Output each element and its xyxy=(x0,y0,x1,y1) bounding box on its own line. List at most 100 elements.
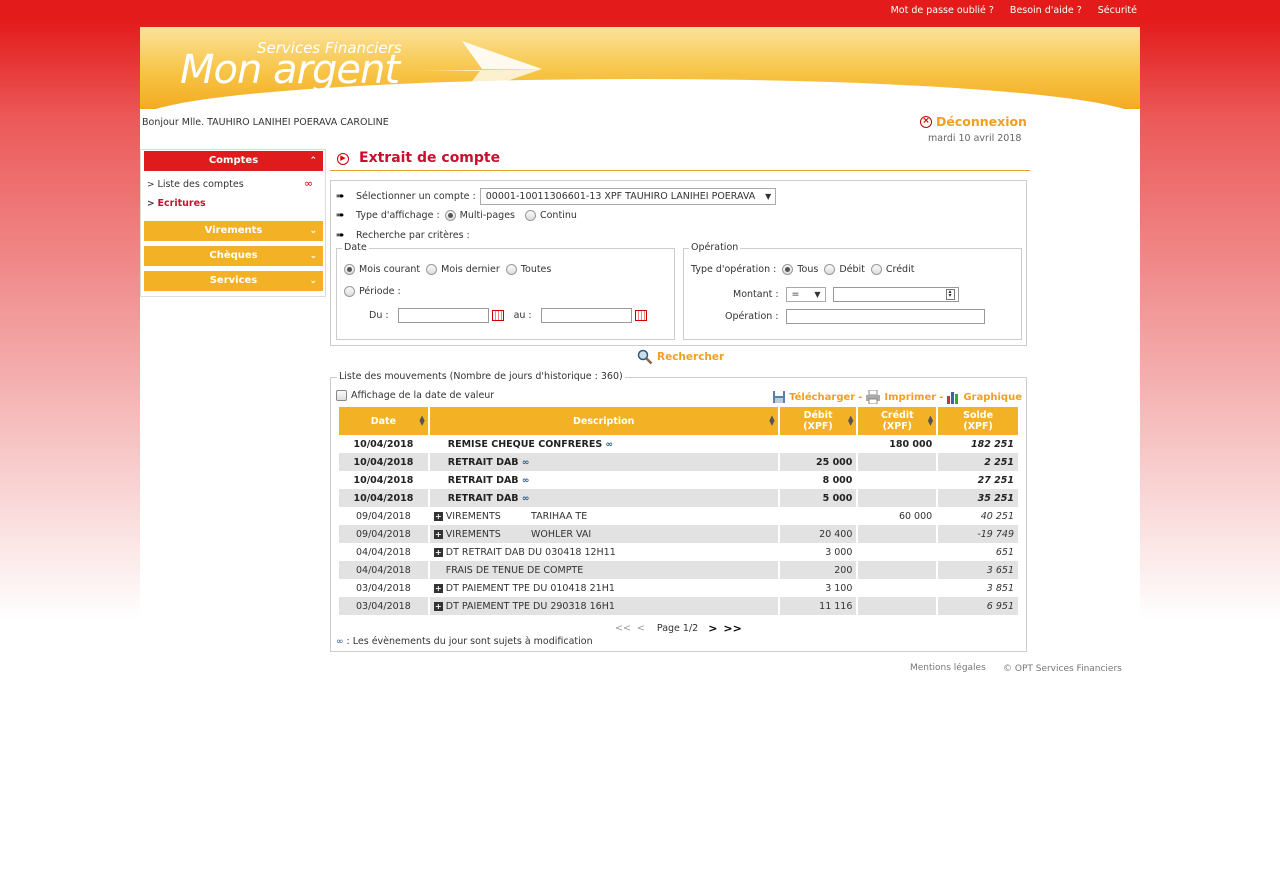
glasses-icon: ∞ xyxy=(521,493,530,504)
search-criteria-box: ➠ Sélectionner un compte : 00001-1001130… xyxy=(330,180,1027,346)
table-row[interactable]: 03/04/2018 + DT PAIEMENT TPE DU 290318 16… xyxy=(339,597,1018,615)
double-arrow-icon: ➠ xyxy=(336,210,345,221)
pager-next[interactable]: > xyxy=(708,622,717,635)
sidebar-section-comptes[interactable]: Comptes ⌃ xyxy=(144,151,323,171)
logo[interactable]: Mon argent xyxy=(180,47,400,93)
value-date-checkbox[interactable] xyxy=(336,390,347,401)
pager-first: << xyxy=(615,623,631,634)
radio-continu[interactable] xyxy=(524,210,536,221)
search-criteria-label: Recherche par critères : xyxy=(356,230,470,241)
sidebar-section-virements[interactable]: Virements ⌄ xyxy=(144,221,323,241)
forgot-password-link[interactable]: Mot de passe oublié ? xyxy=(891,5,994,16)
security-link[interactable]: Sécurité xyxy=(1098,5,1137,16)
sort-icon: ▲ ▼ xyxy=(848,414,854,427)
sort-icon: ▲ ▼ xyxy=(769,414,775,427)
chevron-down-icon: ⌄ xyxy=(309,226,317,236)
sidebar-item-ecritures[interactable]: > Ecritures xyxy=(147,198,206,209)
table-row[interactable]: 10/04/2018 RETRAIT DAB ∞ 8 000 27 251 xyxy=(339,471,1018,489)
chevron-up-icon: ⌃ xyxy=(309,156,317,166)
column-header-balance: Solde (XPF) xyxy=(938,407,1018,435)
radio-multipages[interactable] xyxy=(444,210,456,221)
table-row[interactable]: 03/04/2018 + DT PAIEMENT TPE DU 010418 21… xyxy=(339,579,1018,597)
radio-op-credit[interactable] xyxy=(870,264,882,275)
operation-input[interactable] xyxy=(785,309,985,324)
glasses-icon: ∞ xyxy=(521,457,530,468)
pager-last[interactable]: >> xyxy=(723,622,741,635)
expand-icon[interactable]: + xyxy=(433,529,443,539)
search-button[interactable]: Rechercher xyxy=(637,349,724,365)
expand-icon[interactable]: + xyxy=(433,511,443,521)
sidebar-section-services[interactable]: Services ⌄ xyxy=(144,271,323,291)
sort-icon: ▲ ▼ xyxy=(927,414,934,427)
dropdown-arrow-icon: ▼ xyxy=(814,290,821,299)
current-date: mardi 10 avril 2018 xyxy=(928,133,1022,144)
printer-icon xyxy=(866,390,881,404)
table-row[interactable]: 10/04/2018 REMISE CHEQUE CONFRERES ∞ 180… xyxy=(339,435,1018,453)
column-header-debit[interactable]: Débit (XPF) ▲ ▼ xyxy=(779,407,857,435)
table-row[interactable]: 09/04/2018 + VIREMENTS WOHLER VAI 20 400 … xyxy=(339,525,1018,543)
table-row[interactable]: 04/04/2018 + DT RETRAIT DAB DU 030418 12H… xyxy=(339,543,1018,561)
double-arrow-icon: ➠ xyxy=(336,230,345,241)
chevron-right-icon: > xyxy=(147,180,155,190)
calendar-icon[interactable] xyxy=(491,310,504,321)
floppy-icon xyxy=(773,391,786,403)
expand-icon[interactable]: + xyxy=(433,601,443,611)
movements-table: Date ▲ ▼ Description ▲ ▼ Débit (XPF) ▲ ▼ Crédit… xyxy=(337,407,1020,615)
pager-prev: < xyxy=(636,623,645,634)
date-from-input[interactable] xyxy=(397,308,489,323)
amount-operator-select[interactable]: = ▼ xyxy=(785,287,826,302)
spinner-icon: ▴ ▾ xyxy=(945,289,955,300)
dropdown-arrow-icon: ▼ xyxy=(765,192,772,201)
expand-icon[interactable]: + xyxy=(433,583,443,593)
chevron-right-icon: > xyxy=(147,199,155,209)
pagination: << < Page 1/2 > >> xyxy=(615,622,742,635)
help-link[interactable]: Besoin d'aide ? xyxy=(1010,5,1082,16)
page-container: Services Financiers Mon argent Bonjour M… xyxy=(140,27,1140,893)
column-header-credit[interactable]: Crédit (XPF) ▲ ▼ xyxy=(858,407,937,435)
table-row[interactable]: 10/04/2018 RETRAIT DAB ∞ 5 000 35 251 xyxy=(339,489,1018,507)
glasses-icon: ∞ xyxy=(336,637,344,647)
account-select[interactable]: 00001-10011306601-13 XPF TAUHIRO LANIHEI… xyxy=(479,188,777,205)
table-row[interactable]: 10/04/2018 RETRAIT DAB ∞ 25 000 2 251 xyxy=(339,453,1018,471)
radio-op-all[interactable] xyxy=(782,264,794,275)
select-account-label: Sélectionner un compte : xyxy=(356,191,476,202)
download-link[interactable]: Télécharger xyxy=(789,392,855,403)
top-bar: Mot de passe oublié ? Besoin d'aide ? Sé… xyxy=(0,0,1280,26)
table-row[interactable]: 09/04/2018 + VIREMENTS TARIHAA TE 60 000 … xyxy=(339,507,1018,525)
double-arrow-icon: ➠ xyxy=(336,191,345,202)
glasses-icon: ∞ xyxy=(521,475,530,486)
graph-link[interactable]: Graphique xyxy=(963,392,1022,403)
bar-chart-icon xyxy=(947,392,959,404)
top-links: Mot de passe oublié ? Besoin d'aide ? Sé… xyxy=(891,5,1137,16)
chevron-down-icon: ⌄ xyxy=(309,251,317,261)
chevron-down-icon: ⌄ xyxy=(309,276,317,286)
magnifier-icon xyxy=(637,349,653,365)
calendar-icon[interactable] xyxy=(634,310,647,321)
operation-fieldset: Opération Type d'opération : Tous Débit … xyxy=(683,242,1022,340)
radio-last-month[interactable] xyxy=(426,264,438,275)
sidebar-item-account-list[interactable]: > Liste des comptes xyxy=(147,179,244,190)
sidebar-section-cheques[interactable]: Chèques ⌄ xyxy=(144,246,323,266)
amount-input[interactable]: ▴ ▾ xyxy=(832,287,959,302)
movements-legend: Liste des mouvements (Nombre de jours d'… xyxy=(337,371,625,382)
radio-all-dates[interactable] xyxy=(505,264,517,275)
glasses-icon: ∞ xyxy=(304,177,314,190)
radio-period[interactable] xyxy=(344,286,355,297)
radio-op-debit[interactable] xyxy=(824,264,836,275)
table-row[interactable]: 04/04/2018 FRAIS DE TENUE DE COMPTE 200 … xyxy=(339,561,1018,579)
date-to-input[interactable] xyxy=(540,308,632,323)
arrow-circle-icon: ▶ xyxy=(337,153,349,165)
actions-bar: Télécharger - Imprimer - Graphique xyxy=(772,390,1022,404)
sidebar: Comptes ⌃ > Liste des comptes ∞ > Ecriture… xyxy=(140,149,326,297)
legal-link[interactable]: Mentions légales xyxy=(910,663,986,673)
movements-box: Liste des mouvements (Nombre de jours d'… xyxy=(330,371,1027,652)
column-header-description[interactable]: Description ▲ ▼ xyxy=(429,407,778,435)
page-title: Extrait de compte xyxy=(359,150,501,166)
expand-icon[interactable]: + xyxy=(433,547,443,557)
column-header-date[interactable]: Date ▲ ▼ xyxy=(339,407,428,435)
print-link[interactable]: Imprimer xyxy=(884,392,936,403)
date-fieldset: Date Mois courant Mois dernier Toutes Pé… xyxy=(336,242,675,340)
display-type-label: Type d'affichage : xyxy=(356,210,440,221)
radio-current-month[interactable] xyxy=(344,264,355,275)
logout-button[interactable]: × Déconnexion xyxy=(920,114,1027,129)
